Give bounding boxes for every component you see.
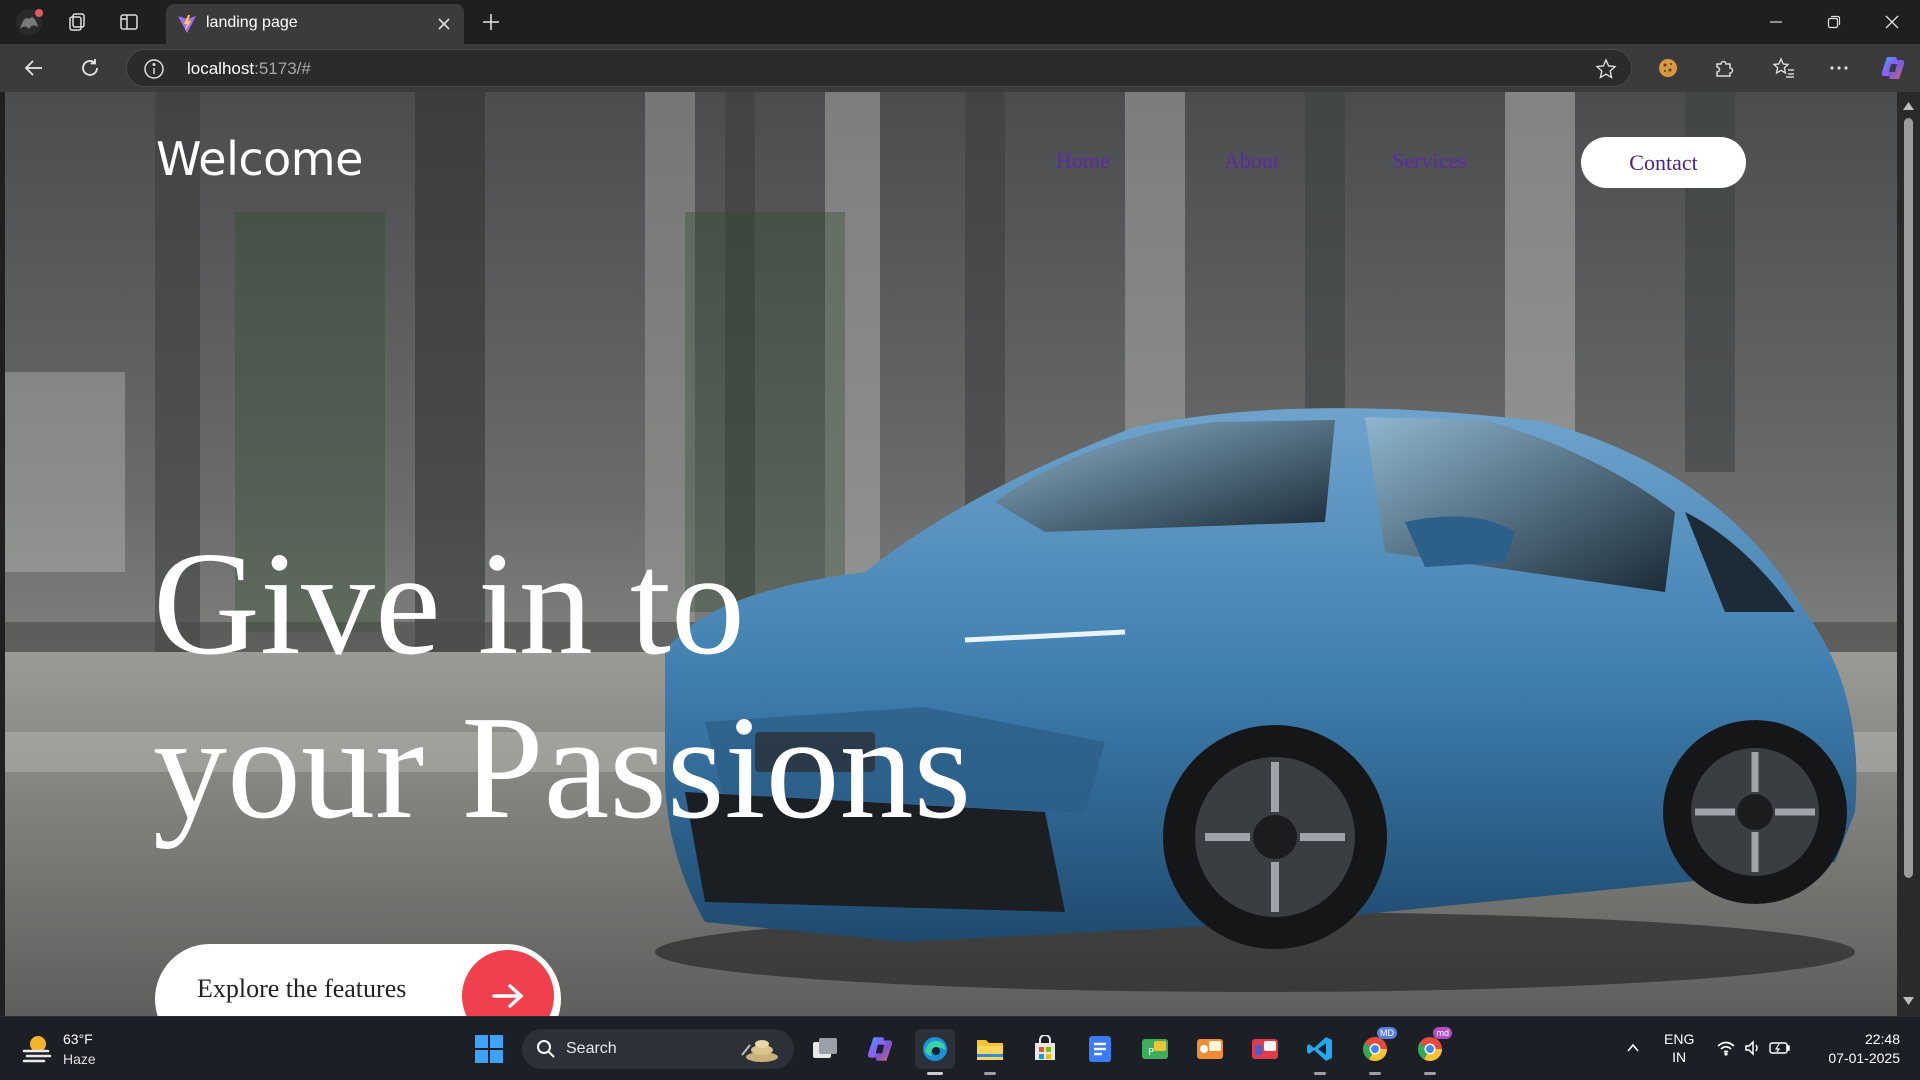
favorite-star-icon[interactable] — [1595, 58, 1617, 80]
windows-taskbar: 63°F Haze Search P MD md ENG IN 22:48 07… — [0, 1016, 1920, 1080]
language-indicator[interactable]: ENG IN — [1664, 1030, 1694, 1066]
chrome-profile-md-lower-icon[interactable]: md — [1410, 1027, 1452, 1075]
search-icon — [537, 1040, 555, 1058]
close-window-icon[interactable] — [1864, 0, 1920, 44]
new-tab-icon[interactable] — [474, 6, 508, 38]
page-viewport: Welcome Home About Services Contact Give… — [5, 92, 1897, 1016]
weather-temperature[interactable]: 63°F — [63, 1031, 93, 1047]
arrow-right-icon[interactable] — [462, 950, 554, 1016]
chrome-profile-badge: md — [1433, 1027, 1452, 1039]
profile-avatar-icon[interactable] — [12, 6, 46, 38]
weather-description[interactable]: Haze — [63, 1051, 96, 1067]
url-text: localhost:5173/# — [187, 59, 311, 78]
extensions-puzzle-icon[interactable] — [1709, 54, 1739, 82]
restore-icon[interactable] — [1806, 0, 1862, 44]
scroll-down-icon[interactable] — [1902, 994, 1915, 1007]
site-info-icon[interactable] — [143, 58, 165, 80]
explore-features-label: Explore the features — [197, 974, 407, 1003]
browser-title-bar: landing page — [0, 0, 1920, 44]
explore-features-button[interactable]: Explore the features — [155, 944, 561, 1016]
copilot-taskbar-icon[interactable] — [860, 1029, 900, 1069]
file-explorer-icon[interactable] — [970, 1029, 1010, 1075]
svg-text:P: P — [1148, 1047, 1154, 1058]
task-view-icon[interactable] — [805, 1029, 845, 1069]
wifi-icon[interactable] — [1715, 1037, 1737, 1059]
app-red-icon[interactable] — [1245, 1029, 1285, 1069]
browser-toolbar: localhost:5173/# — [0, 44, 1920, 92]
clock[interactable]: 22:48 07-01-2025 — [1810, 1030, 1900, 1068]
scroll-up-icon[interactable] — [1902, 100, 1915, 113]
refresh-icon[interactable] — [72, 50, 108, 86]
contact-button[interactable]: Contact — [1581, 137, 1746, 188]
tab-title: landing page — [206, 14, 298, 31]
site-logo[interactable]: Welcome — [156, 132, 363, 186]
minimize-icon[interactable] — [1748, 0, 1804, 44]
workspaces-icon[interactable] — [60, 6, 94, 38]
taskbar-search-label: Search — [566, 1040, 617, 1057]
show-hidden-icons-chevron-icon[interactable] — [1622, 1037, 1644, 1059]
vite-favicon-icon — [178, 15, 196, 33]
address-bar[interactable]: localhost:5173/# — [126, 49, 1632, 87]
tab-landing-page[interactable]: landing page — [166, 4, 464, 44]
cookie-extension-icon[interactable] — [1653, 54, 1683, 82]
scroll-thumb[interactable] — [1904, 118, 1913, 878]
page-scrollbar[interactable] — [1897, 92, 1920, 1016]
vscode-icon[interactable] — [1300, 1029, 1340, 1075]
hero-headline-line-2: your Passions — [153, 686, 972, 850]
hero-headline-line-1: Give in to — [153, 522, 745, 686]
battery-charging-icon[interactable] — [1769, 1037, 1791, 1059]
app-green-icon[interactable]: P — [1135, 1029, 1175, 1069]
hero-headline: Give in to your Passions — [153, 522, 971, 850]
haze-weather-icon[interactable] — [20, 1031, 54, 1065]
nav-services-link[interactable]: Services — [1392, 148, 1467, 174]
docs-app-icon[interactable] — [1080, 1029, 1120, 1069]
clock-time: 22:48 — [1864, 1031, 1900, 1047]
clock-date: 07-01-2025 — [1828, 1050, 1900, 1066]
edge-browser-taskbar-icon[interactable] — [915, 1029, 955, 1075]
copilot-icon[interactable] — [1878, 54, 1908, 82]
nav-about-link[interactable]: About — [1224, 148, 1279, 174]
more-options-icon[interactable] — [1824, 54, 1854, 82]
windows-start-icon[interactable] — [469, 1029, 509, 1069]
taskbar-search-box[interactable]: Search — [522, 1029, 794, 1069]
tab-close-icon[interactable] — [432, 12, 456, 36]
volume-icon[interactable] — [1742, 1037, 1764, 1059]
microsoft-store-icon[interactable] — [1025, 1029, 1065, 1069]
chrome-profile-md-icon[interactable]: MD — [1355, 1027, 1397, 1075]
vertical-tabs-icon[interactable] — [112, 6, 146, 38]
search-highlight-icon — [741, 1040, 778, 1062]
back-arrow-icon[interactable] — [16, 50, 52, 86]
favorites-list-icon[interactable] — [1769, 54, 1799, 82]
app-orange-icon[interactable] — [1190, 1029, 1230, 1069]
nav-home-link[interactable]: Home — [1056, 148, 1110, 174]
chrome-profile-badge: MD — [1377, 1027, 1397, 1039]
